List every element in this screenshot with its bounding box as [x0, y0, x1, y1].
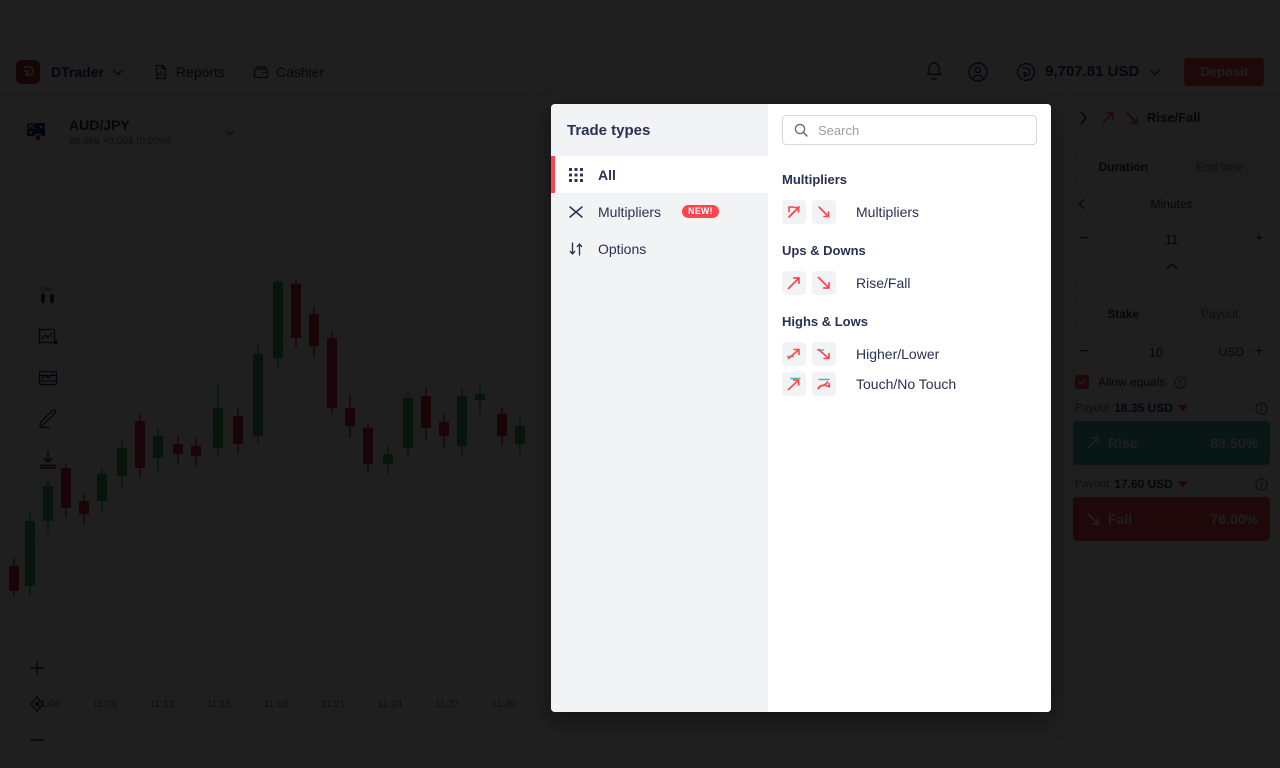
- trade-type-rise-fall-label: Rise/Fall: [856, 275, 911, 291]
- trade-types-content: Multipliers Multipliers Ups & Downs: [768, 104, 1051, 712]
- search-icon: [794, 123, 808, 137]
- multiplier-down-icon: [812, 200, 836, 224]
- sidebar-item-options-label: Options: [598, 240, 647, 257]
- multiplier-up-icon: [782, 200, 806, 224]
- category-ups-downs-title: Ups & Downs: [782, 243, 866, 258]
- trade-type-multipliers-label: Multipliers: [856, 204, 920, 220]
- search-row: [768, 104, 1051, 156]
- fall-icon: [812, 271, 836, 295]
- no-touch-icon: [812, 372, 836, 396]
- search-box[interactable]: [782, 115, 1037, 145]
- sidebar-item-multipliers-label: Multipliers: [598, 203, 662, 220]
- trade-type-higher-lower-label: Higher/Lower: [856, 346, 940, 362]
- lower-icon: [812, 342, 836, 366]
- dialog-title: Trade types: [567, 121, 651, 139]
- sidebar-item-all-label: All: [598, 166, 616, 183]
- category-ups-downs: Ups & Downs Rise/Fall: [768, 243, 1051, 298]
- multipliers-icon: [569, 205, 583, 218]
- trade-types-sidebar: Trade types All Multipliers NEW! Options: [551, 104, 768, 712]
- category-highs-lows: Highs & Lows Higher/Lower Touch/No Touch: [768, 314, 1051, 399]
- sidebar-item-multipliers[interactable]: Multipliers NEW!: [551, 193, 768, 230]
- trade-type-rise-fall[interactable]: Rise/Fall: [782, 268, 1037, 298]
- trade-type-touch-no-touch-label: Touch/No Touch: [856, 376, 957, 392]
- trade-types-dialog: Trade types All Multipliers NEW! Options: [551, 104, 1051, 712]
- rise-icon: [782, 271, 806, 295]
- sidebar-item-options[interactable]: Options: [551, 230, 768, 267]
- touch-icon: [782, 372, 806, 396]
- new-badge: NEW!: [682, 205, 719, 218]
- grid-icon: [569, 167, 583, 182]
- higher-icon: [782, 342, 806, 366]
- category-multipliers: Multipliers Multipliers: [768, 172, 1051, 227]
- category-multipliers-title: Multipliers: [782, 172, 848, 187]
- category-highs-lows-title: Highs & Lows: [782, 314, 868, 329]
- options-icon: [569, 241, 583, 256]
- trade-type-higher-lower[interactable]: Higher/Lower: [782, 339, 1037, 369]
- sidebar-item-all[interactable]: All: [551, 156, 768, 193]
- trade-type-touch-no-touch[interactable]: Touch/No Touch: [782, 369, 1037, 399]
- search-input[interactable]: [818, 122, 1026, 138]
- trade-type-multipliers[interactable]: Multipliers: [782, 197, 1037, 227]
